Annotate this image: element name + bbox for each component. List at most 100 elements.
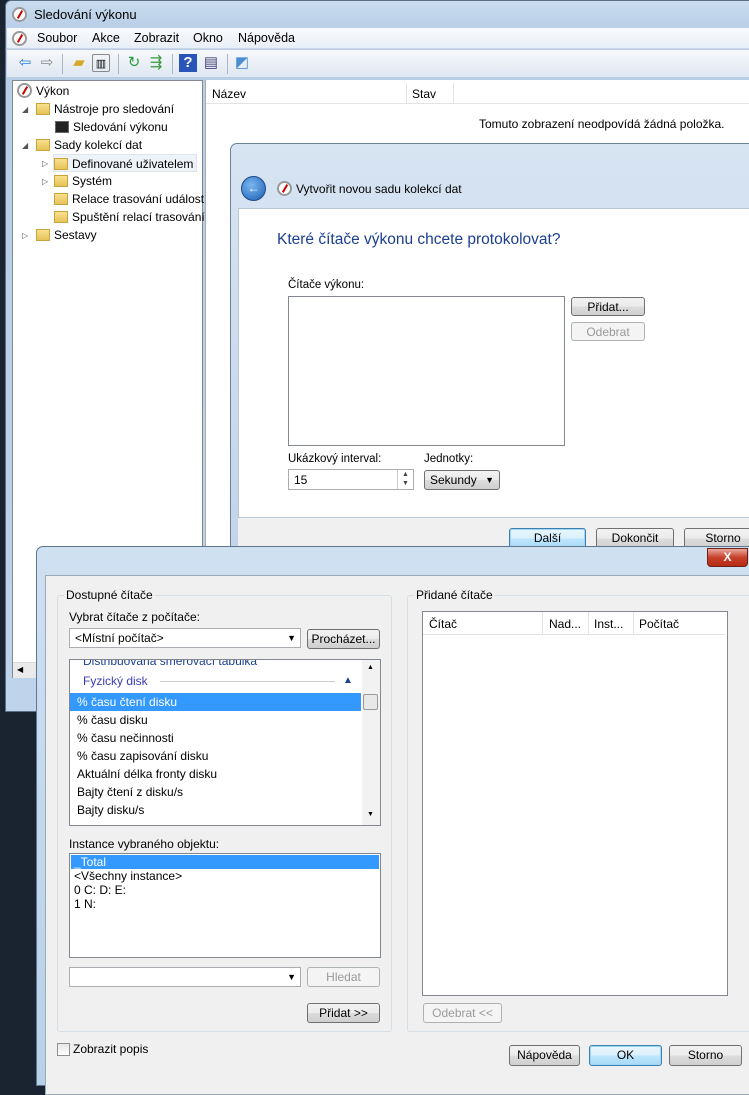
instance-item[interactable]: 1 N: <box>71 897 362 911</box>
tree-item-relace[interactable]: Relace trasování událostí <box>54 190 207 208</box>
menu-napoveda[interactable]: Nápověda <box>238 31 295 45</box>
performance-icon <box>17 83 32 98</box>
expanded-arrow-icon[interactable]: ◢ <box>22 141 28 150</box>
counter-item[interactable]: Bajty disku/s <box>70 801 361 819</box>
search-button[interactable]: Hledat <box>307 967 380 987</box>
table-header: Čítač Nad... Inst... Počítač <box>423 612 725 635</box>
export-list-icon[interactable]: ⇶ <box>147 54 165 72</box>
scroll-thumb[interactable] <box>363 694 378 710</box>
add-counter-button[interactable]: Přidat... <box>571 297 645 316</box>
counters-list[interactable] <box>288 296 565 446</box>
monitor-icon <box>55 121 69 133</box>
available-counters-group: Dostupné čítače Vybrat čítače z počítače… <box>57 588 392 1032</box>
counter-item[interactable]: % času zapisování disku <box>70 747 361 765</box>
checkbox-icon[interactable] <box>57 1042 70 1056</box>
show-description-checkbox[interactable]: Zobrazit popis <box>57 1042 148 1056</box>
chevron-down-icon: ▼ <box>287 972 296 982</box>
counter-item[interactable]: % času čtení disku <box>70 693 361 711</box>
toolbar: ⇦ ⇨ ▰ ▥ ↻ ⇶ ? ▤ ◩ <box>7 50 749 77</box>
tree-item-definovane[interactable]: Definované uživatelem <box>53 154 198 172</box>
counter-item[interactable]: Bajty čtení z disku/s <box>70 783 361 801</box>
system-menu-icon[interactable] <box>12 31 27 46</box>
action-pane-icon[interactable]: ▤ <box>202 54 220 72</box>
refresh-icon[interactable]: ↻ <box>125 54 143 72</box>
counter-item[interactable]: Aktuální délka fronty disku <box>70 765 361 783</box>
interval-input[interactable]: 15 ▲ ▼ <box>288 469 414 490</box>
empty-message: Tomuto zobrazení neodpovídá žádná položk… <box>479 117 725 131</box>
performance-icon <box>277 181 292 196</box>
tree-item-system[interactable]: Systém <box>54 172 112 190</box>
window-title: Sledování výkonu <box>34 7 137 22</box>
scroll-up-icon[interactable]: ▲ <box>367 664 374 671</box>
added-counters-table[interactable]: Čítač Nad... Inst... Počítač <box>422 611 728 996</box>
expanded-arrow-icon[interactable]: ◢ <box>22 105 28 114</box>
added-counters-label: Přidané čítače <box>414 588 495 602</box>
collapse-icon[interactable]: ▲ <box>343 672 353 690</box>
remove-counter-button[interactable]: Odebrat <box>571 322 645 341</box>
counter-item[interactable]: % času disku <box>70 711 361 729</box>
computer-combo[interactable]: <Místní počítač> ▼ <box>69 628 301 648</box>
counter-list[interactable]: Distribuovaná směrovací tabulka Fyzický … <box>69 659 381 826</box>
forward-icon[interactable]: ⇨ <box>38 54 56 72</box>
trace-folder-icon <box>54 211 68 223</box>
counter-list-scrollbar[interactable]: ▲ ▼ <box>362 660 380 825</box>
column-citac[interactable]: Čítač <box>429 617 457 631</box>
collapsed-arrow-icon[interactable]: ▷ <box>42 159 48 168</box>
browse-button[interactable]: Procházet... <box>307 629 380 649</box>
computer-label: Vybrat čítače z počítače: <box>69 610 200 624</box>
create-data-collector-set-wizard: ← Vytvořit novou sadu kolekcí dat Které … <box>230 143 749 549</box>
collapsed-arrow-icon[interactable]: ▷ <box>42 177 48 186</box>
close-button[interactable]: X <box>707 548 748 567</box>
column-stav[interactable]: Stav <box>412 87 436 101</box>
column-instance[interactable]: Inst... <box>594 617 623 631</box>
tree-item-vykon[interactable]: Výkon <box>17 82 69 100</box>
instance-item[interactable]: _Total <box>71 855 379 869</box>
menu-soubor[interactable]: Soubor <box>37 31 77 45</box>
list-header: Název Stav <box>206 83 749 104</box>
scroll-left-icon[interactable]: ◀ <box>17 665 23 674</box>
wizard-heading: Které čítače výkonu chcete protokolovat? <box>277 231 561 248</box>
column-nazev[interactable]: Název <box>212 87 246 101</box>
tree-item-sledovani[interactable]: Sledování výkonu <box>55 118 168 136</box>
counter-item[interactable]: % času nečinnosti <box>70 729 361 747</box>
counters-label: Čítače výkonu: <box>288 279 365 291</box>
new-window-icon[interactable]: ◩ <box>233 54 251 72</box>
reports-folder-icon <box>36 229 50 241</box>
up-folder-icon[interactable]: ▰ <box>70 54 88 72</box>
app-icon <box>12 7 27 22</box>
help-button[interactable]: Nápověda <box>509 1045 580 1066</box>
scroll-down-icon[interactable]: ▼ <box>367 811 374 818</box>
ok-button[interactable]: OK <box>589 1045 662 1066</box>
add-button[interactable]: Přidat >> <box>307 1003 380 1023</box>
wizard-back-button[interactable]: ← <box>241 176 266 201</box>
system-folder-icon <box>54 175 68 187</box>
folder-icon <box>36 139 50 151</box>
wizard-footer: Další Dokončit Storno <box>238 518 749 549</box>
instance-item[interactable]: 0 C: D: E: <box>71 883 362 897</box>
tree-item-sady[interactable]: Sady kolekcí dat <box>36 136 142 154</box>
counter-category-partial[interactable]: Distribuovaná směrovací tabulka <box>70 660 361 670</box>
wizard-content: Které čítače výkonu chcete protokolovat?… <box>238 208 749 518</box>
interval-spinner[interactable]: ▲ ▼ <box>397 470 413 489</box>
instance-list[interactable]: _Total <Všechny instance> 0 C: D: E: 1 N… <box>69 853 381 958</box>
added-counters-group: Přidané čítače Čítač Nad... Inst... Počí… <box>407 588 749 1032</box>
tree-item-sestavy[interactable]: Sestavy <box>36 226 97 244</box>
instance-item[interactable]: <Všechny instance> <box>71 869 362 883</box>
show-hide-tree-icon[interactable]: ▥ <box>92 54 110 72</box>
cancel-button[interactable]: Storno <box>669 1045 742 1066</box>
search-combo[interactable]: ▼ <box>69 967 301 987</box>
menu-zobrazit[interactable]: Zobrazit <box>134 31 179 45</box>
menu-okno[interactable]: Okno <box>193 31 223 45</box>
column-pocitac[interactable]: Počítač <box>639 617 679 631</box>
column-nadrazeny[interactable]: Nad... <box>549 617 581 631</box>
trace-folder-icon <box>54 193 68 205</box>
collapsed-arrow-icon[interactable]: ▷ <box>22 231 28 240</box>
help-icon[interactable]: ? <box>179 54 197 72</box>
remove-button[interactable]: Odebrat << <box>423 1003 502 1023</box>
folder-icon <box>36 103 50 115</box>
units-select[interactable]: Sekundy ▼ <box>424 470 500 490</box>
counter-category[interactable]: Fyzický disk ▲ <box>70 672 361 690</box>
menu-akce[interactable]: Akce <box>92 31 120 45</box>
back-icon[interactable]: ⇦ <box>16 54 34 72</box>
tree-item-nastroje[interactable]: Nástroje pro sledování <box>36 100 174 118</box>
